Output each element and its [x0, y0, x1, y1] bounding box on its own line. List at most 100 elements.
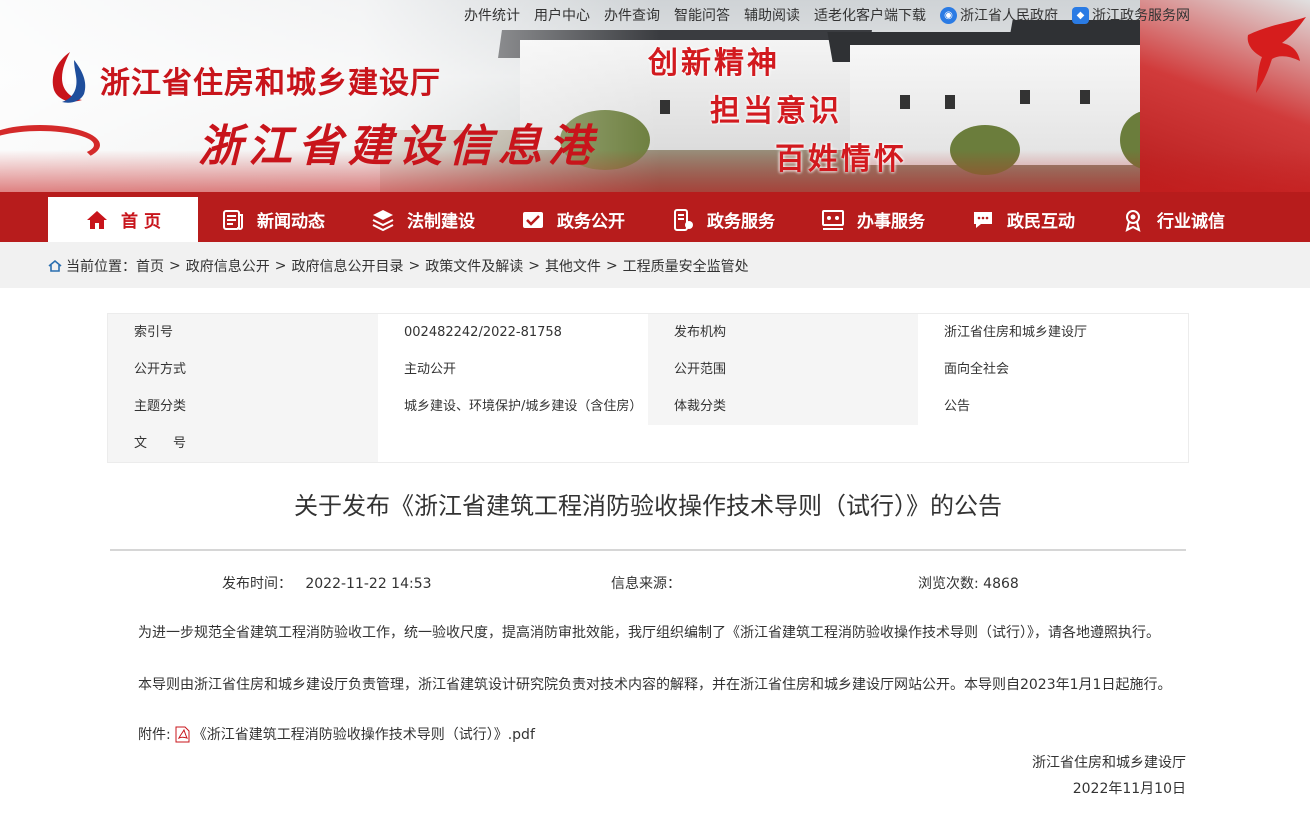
nav-item-news[interactable]: 新闻动态	[198, 197, 348, 242]
meta-label-method: 公开方式	[108, 351, 378, 388]
breadcrumb: 当前位置： 首页 > 政府信息公开 > 政府信息公开目录 > 政策文件及解读 > 其他文…	[48, 256, 749, 276]
publish-time: 发布时间： 2022-11-22 14:53	[222, 573, 432, 593]
banner-window	[1080, 90, 1090, 104]
breadcrumb-item[interactable]: 工程质量安全监管处	[623, 256, 749, 276]
layers-icon	[372, 209, 394, 231]
meta-value-index: 002482242/2022-81758	[404, 325, 562, 340]
document-check-icon	[523, 211, 543, 228]
article-title: 关于发布《浙江省建筑工程消防验收操作技术导则（试行）》的公告	[294, 492, 1002, 520]
signature-org: 浙江省住房和城乡建设厅	[1032, 755, 1186, 771]
meta-label-genre: 体裁分类	[648, 388, 918, 425]
publish-time-label: 发布时间：	[222, 576, 292, 592]
view-count-label: 浏览次数:	[918, 576, 979, 592]
meta-value-scope: 面向全社会	[944, 362, 1010, 377]
link-gov-service[interactable]: ◆ 浙江政务服务网	[1072, 5, 1190, 25]
main-nav: 首 页 新闻动态 法制建设 政务公开 政务服务 办事服务 政民互动 行业诚信	[0, 192, 1310, 242]
top-utility-bar: 办件统计 用户中心 办件查询 智能问答 辅助阅读 适老化客户端下载 ◉ 浙江省人…	[464, 5, 1190, 25]
breadcrumb-bar: 当前位置： 首页 > 政府信息公开 > 政府信息公开目录 > 政策文件及解读 > 其他文…	[0, 242, 1310, 288]
info-source: 信息来源：	[611, 573, 681, 593]
breadcrumb-item[interactable]: 其他文件	[545, 256, 601, 276]
meta-value-publisher: 浙江省住房和城乡建设厅	[944, 325, 1088, 340]
nav-label: 政民互动	[1007, 212, 1075, 232]
meta-row: 索引号 002482242/2022-81758 发布机构 浙江省住房和城乡建设…	[108, 314, 1188, 351]
breadcrumb-separator: >	[528, 258, 540, 274]
service-icon	[674, 208, 693, 231]
portal-name: 浙江省建设信息港	[198, 121, 598, 172]
link-provincial-gov[interactable]: ◉ 浙江省人民政府	[940, 5, 1058, 25]
nav-label: 行业诚信	[1157, 212, 1225, 232]
banner-window	[945, 95, 955, 109]
meta-label-scope: 公开范围	[648, 351, 918, 388]
award-icon	[1125, 209, 1141, 232]
breadcrumb-separator: >	[274, 258, 287, 274]
link-user-center[interactable]: 用户中心	[534, 5, 590, 25]
chat-icon	[974, 211, 992, 228]
article-paragraph: 本导则由浙江省住房和城乡建设厅负责管理，浙江省建筑设计研究院负责对技术内容的解释…	[138, 677, 1172, 693]
slogan: 担当意识	[710, 94, 842, 129]
meta-label-docno: 文 号	[108, 425, 378, 462]
breadcrumb-item[interactable]: 首页	[136, 256, 164, 276]
link-stats[interactable]: 办件统计	[464, 5, 520, 25]
breadcrumb-item[interactable]: 政策文件及解读	[425, 256, 523, 276]
nav-label: 政务服务	[707, 212, 775, 232]
attachment: 附件: 《浙江省建筑工程消防验收操作技术导则（试行）》.pdf	[138, 724, 535, 744]
view-count: 浏览次数: 4868	[918, 573, 1019, 593]
nav-label: 政务公开	[557, 212, 625, 232]
nav-label: 法制建设	[407, 212, 475, 232]
department-name: 浙江省住房和城乡建设厅	[100, 66, 441, 101]
meta-value-topic: 城乡建设、环境保护/城乡建设（含住房）	[404, 399, 643, 414]
nav-item-interaction[interactable]: 政民互动	[948, 197, 1098, 242]
nav-label: 办事服务	[857, 212, 925, 232]
attachment-link[interactable]: 《浙江省建筑工程消防验收操作技术导则（试行）》.pdf	[193, 724, 535, 744]
info-source-label: 信息来源：	[611, 576, 681, 592]
people-screen-icon	[822, 209, 844, 230]
meta-label-topic: 主题分类	[108, 388, 378, 425]
meta-row: 主题分类 城乡建设、环境保护/城乡建设（含住房） 体裁分类 公告	[108, 388, 1188, 425]
meta-label-index: 索引号	[108, 314, 378, 351]
nav-label: 新闻动态	[257, 212, 325, 232]
link-query[interactable]: 办件查询	[604, 5, 660, 25]
home-icon	[87, 210, 108, 229]
view-count-value: 4868	[983, 576, 1019, 592]
meta-row: 文 号	[108, 425, 1188, 462]
link-assist-reading[interactable]: 辅助阅读	[744, 5, 800, 25]
banner-red-band	[0, 150, 1310, 192]
meta-label-publisher: 发布机构	[648, 314, 918, 351]
nav-item-gov-affairs[interactable]: 政务公开	[498, 197, 648, 242]
meta-value-genre: 公告	[944, 399, 971, 414]
meta-row: 公开方式 主动公开 公开范围 面向全社会	[108, 351, 1188, 388]
title-divider	[110, 549, 1186, 551]
service-site-icon: ◆	[1072, 6, 1089, 24]
nav-label: 首 页	[121, 212, 161, 232]
breadcrumb-separator: >	[605, 258, 618, 274]
link-elderly-client[interactable]: 适老化客户端下载	[814, 5, 926, 25]
breadcrumb-item[interactable]: 政府信息公开目录	[291, 256, 403, 276]
publish-time-value: 2022-11-22 14:53	[305, 576, 432, 592]
meta-value-docno	[378, 425, 648, 462]
pdf-icon	[175, 726, 190, 742]
red-bird-icon	[1247, 17, 1306, 93]
banner-window	[660, 100, 670, 114]
attachment-label: 附件:	[138, 727, 171, 743]
meta-value-method: 主动公开	[404, 362, 457, 377]
slogan: 创新精神	[648, 46, 780, 81]
nav-item-legal[interactable]: 法制建设	[348, 197, 498, 242]
nav-item-gov-service[interactable]: 政务服务	[648, 197, 798, 242]
document-metadata-table: 索引号 002482242/2022-81758 发布机构 浙江省住房和城乡建设…	[107, 313, 1189, 463]
location-home-icon	[48, 259, 62, 272]
slogan: 百姓情怀	[775, 142, 907, 177]
link-smart-qa[interactable]: 智能问答	[674, 5, 730, 25]
banner-window	[1020, 90, 1030, 104]
header-banner: 办件统计 用户中心 办件查询 智能问答 辅助阅读 适老化客户端下载 ◉ 浙江省人…	[0, 0, 1310, 192]
department-logo-icon[interactable]	[48, 50, 92, 106]
nav-item-home[interactable]: 首 页	[48, 197, 198, 242]
banner-window	[900, 95, 910, 109]
globe-icon: ◉	[940, 6, 957, 24]
nav-item-credit[interactable]: 行业诚信	[1098, 197, 1248, 242]
nav-item-office-service[interactable]: 办事服务	[798, 197, 948, 242]
link-provincial-gov-label: 浙江省人民政府	[960, 8, 1058, 24]
breadcrumb-separator: >	[169, 258, 181, 274]
breadcrumb-item[interactable]: 政府信息公开	[186, 256, 270, 276]
breadcrumb-separator: >	[408, 258, 421, 274]
signature-date: 2022年11月10日	[1072, 781, 1186, 797]
